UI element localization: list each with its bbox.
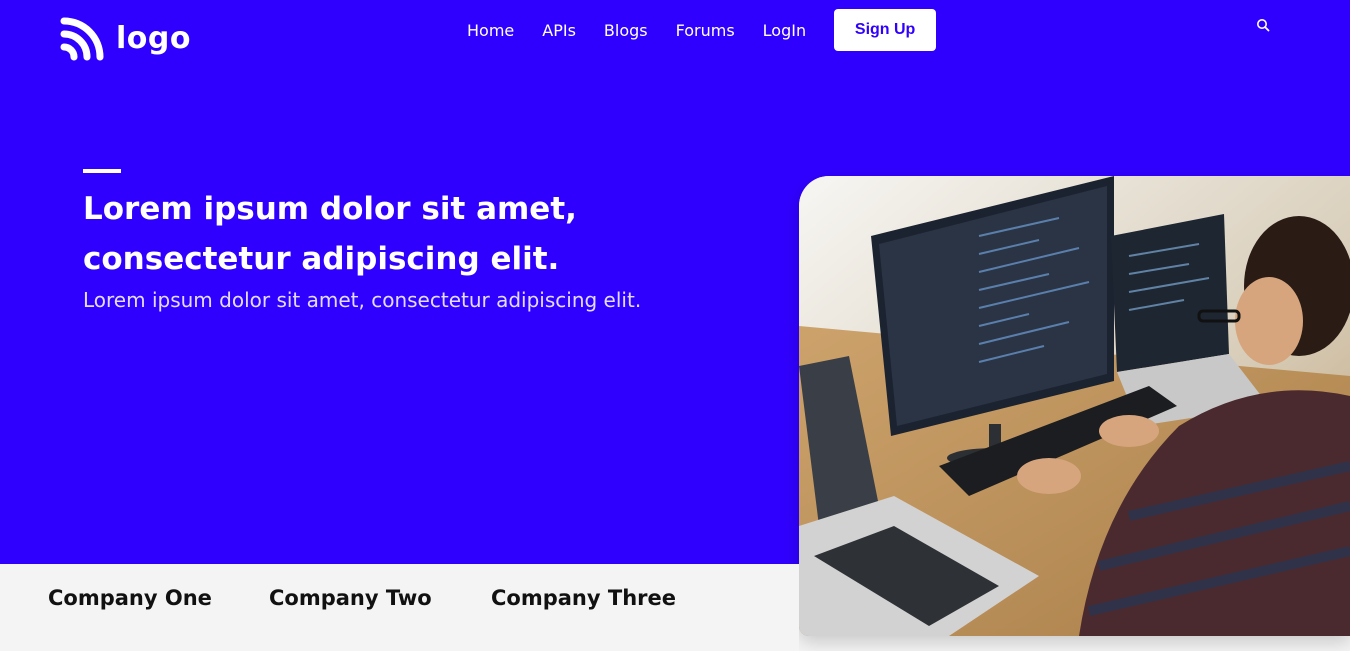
- nav-link-apis[interactable]: APIs: [542, 21, 576, 40]
- logo-text: logo: [116, 21, 191, 56]
- rss-arcs-icon: [60, 17, 104, 61]
- nav-link-forums[interactable]: Forums: [676, 21, 735, 40]
- company-logos-band: Company One Company Two Company Three: [0, 564, 799, 651]
- company-two: Company Two: [269, 586, 432, 610]
- headline-accent-bar: [83, 169, 121, 173]
- headline-line-2: consectetur adipiscing elit.: [83, 241, 560, 277]
- signup-button[interactable]: Sign Up: [834, 9, 937, 51]
- company-one: Company One: [48, 586, 212, 610]
- brand-logo[interactable]: logo: [60, 17, 191, 61]
- hero-subheadline: Lorem ipsum dolor sit amet, consectetur …: [83, 288, 642, 312]
- search-icon[interactable]: [1256, 18, 1270, 32]
- hero-image-developer-workstation: [799, 176, 1350, 636]
- company-three: Company Three: [491, 586, 676, 610]
- nav-link-login[interactable]: LogIn: [763, 21, 806, 40]
- main-nav: Home APIs Blogs Forums LogIn Sign Up: [467, 9, 937, 51]
- headline-line-1: Lorem ipsum dolor sit amet,: [83, 191, 577, 227]
- nav-link-home[interactable]: Home: [467, 21, 514, 40]
- hero-headline: Lorem ipsum dolor sit amet, consectetur …: [83, 184, 703, 284]
- nav-link-blogs[interactable]: Blogs: [604, 21, 648, 40]
